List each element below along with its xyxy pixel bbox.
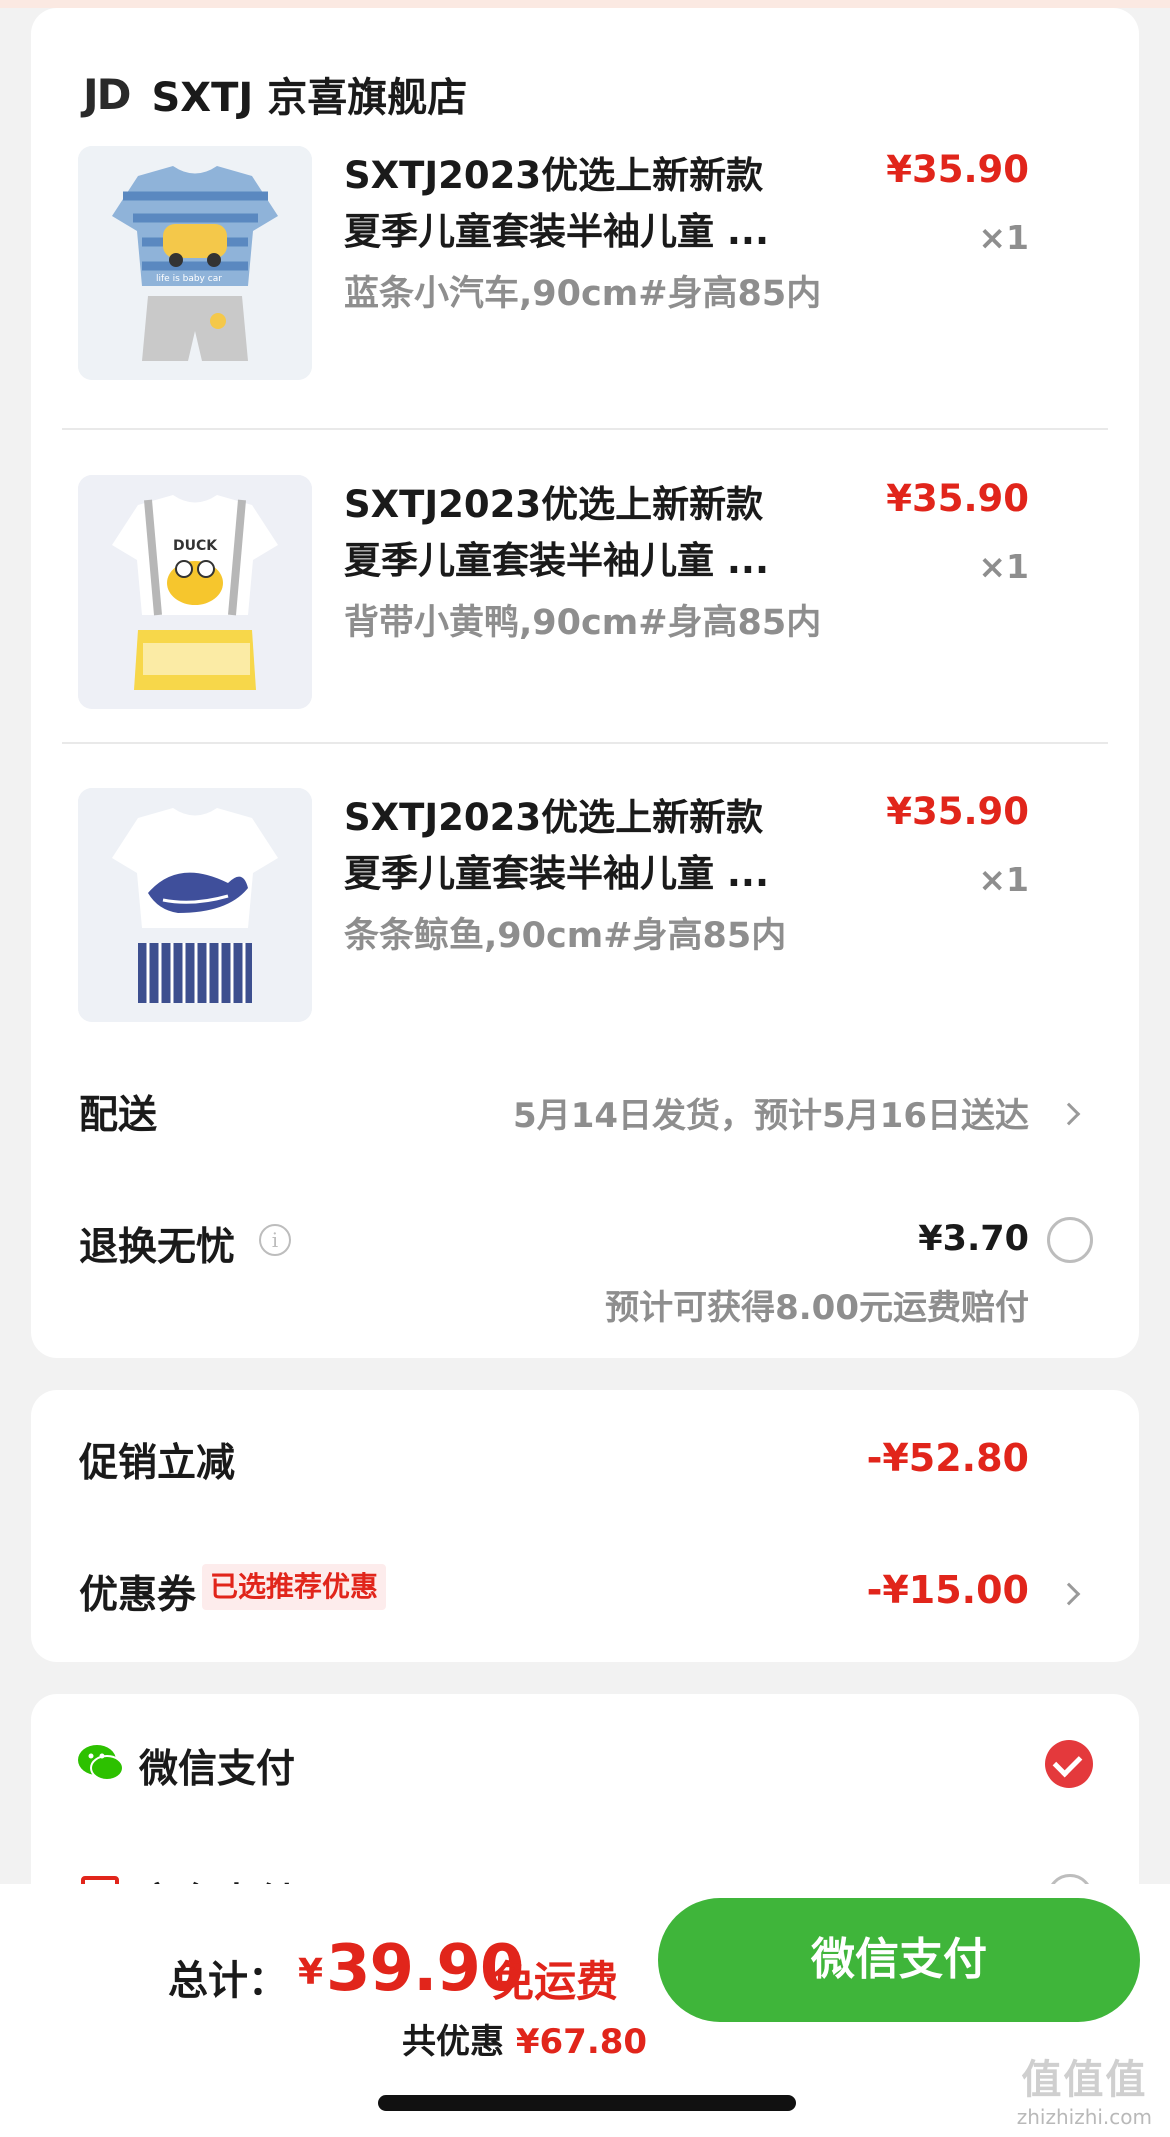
divider: [62, 428, 1108, 430]
delivery-label: 配送: [79, 1093, 158, 1138]
discount-amount: ¥67.80: [515, 2022, 648, 2062]
shop-header[interactable]: JD SXTJ 京喜旗舰店: [83, 64, 467, 124]
product-price: ¥35.90: [886, 477, 1029, 520]
watermark-url: zhizhizhi.com: [1016, 2105, 1152, 2129]
svg-text:life is baby car: life is baby car: [156, 274, 222, 284]
discount-card: 促销立减 -¥52.80 优惠券 已选推荐优惠 -¥15.00: [31, 1390, 1139, 1662]
coupon-label: 优惠券: [79, 1573, 197, 1618]
return-insurance-radio[interactable]: [1047, 1217, 1093, 1263]
product-price: ¥35.90: [886, 790, 1029, 833]
product-spec: 条条鲸鱼,90cm#身高85内: [344, 916, 787, 956]
discount-label: 共优惠: [402, 2022, 504, 2062]
chevron-right-icon[interactable]: [1057, 1102, 1081, 1126]
product-image[interactable]: DUCK: [78, 475, 312, 709]
divider: [62, 742, 1108, 744]
product-image[interactable]: life is baby car: [78, 146, 312, 380]
watermark: 值值值 zhizhizhi.com: [1017, 2047, 1152, 2129]
jd-logo-icon: JD: [83, 69, 131, 119]
promo-label: 促销立减: [79, 1441, 236, 1486]
return-insurance-label: 退换无忧: [79, 1225, 236, 1270]
info-icon[interactable]: i: [259, 1224, 291, 1256]
total-currency: ¥: [298, 1952, 324, 1993]
checkout-bar: 总计： ¥ 39.90 免运费 共优惠 ¥67.80 微信支付 值值值 zhiz…: [0, 1884, 1170, 2137]
order-card: JD SXTJ 京喜旗舰店 life is baby car SXTJ2023优…: [31, 8, 1139, 1358]
return-insurance-price: ¥3.70: [918, 1219, 1029, 1259]
delivery-value: 5月14日发货，预计5月16日送达: [513, 1096, 1029, 1136]
product-price: ¥35.90: [886, 148, 1029, 191]
svg-text:DUCK: DUCK: [173, 538, 218, 554]
coupon-amount: -¥15.00: [866, 1568, 1029, 1612]
product-quantity: ×1: [978, 547, 1029, 586]
product-title[interactable]: SXTJ2023优选上新新款 夏季儿童套装半袖儿童 ...: [344, 148, 834, 260]
product-quantity: ×1: [978, 860, 1029, 899]
return-insurance-note: 预计可获得8.00元运费赔付: [605, 1288, 1029, 1328]
wechat-pay-label: 微信支付: [139, 1747, 296, 1792]
home-indicator: [378, 2095, 796, 2111]
coupon-tag: 已选推荐优惠: [202, 1564, 387, 1610]
pay-button[interactable]: 微信支付: [658, 1898, 1140, 2022]
wechat-icon: [78, 1745, 124, 1781]
total-discount: 共优惠 ¥67.80: [402, 2014, 647, 2063]
product-title[interactable]: SXTJ2023优选上新新款 夏季儿童套装半袖儿童 ...: [344, 790, 834, 902]
wechat-pay-radio[interactable]: [1045, 1740, 1093, 1788]
chevron-right-icon[interactable]: [1057, 1582, 1081, 1606]
total-label: 总计：: [168, 1958, 288, 2004]
promo-amount: -¥52.80: [866, 1436, 1029, 1480]
product-item[interactable]: life is baby car SXTJ2023优选上新新款 夏季儿童套装半袖…: [31, 146, 1139, 386]
product-image[interactable]: [78, 788, 312, 1022]
shop-name[interactable]: SXTJ 京喜旗舰店: [152, 65, 468, 123]
product-spec: 背带小黄鸭,90cm#身高85内: [344, 603, 822, 643]
product-item[interactable]: DUCK SXTJ2023优选上新新款 夏季儿童套装半袖儿童 ... 背带小黄鸭…: [31, 475, 1139, 715]
product-item[interactable]: SXTJ2023优选上新新款 夏季儿童套装半袖儿童 ... 条条鲸鱼,90cm#…: [31, 788, 1139, 1028]
top-strip: [0, 0, 1170, 8]
watermark-text: 值值值: [1021, 2057, 1148, 2103]
product-quantity: ×1: [978, 218, 1029, 257]
product-title[interactable]: SXTJ2023优选上新新款 夏季儿童套装半袖儿童 ...: [344, 477, 834, 589]
product-spec: 蓝条小汽车,90cm#身高85内: [344, 274, 822, 314]
free-shipping-label: 免运费: [492, 1957, 619, 2006]
